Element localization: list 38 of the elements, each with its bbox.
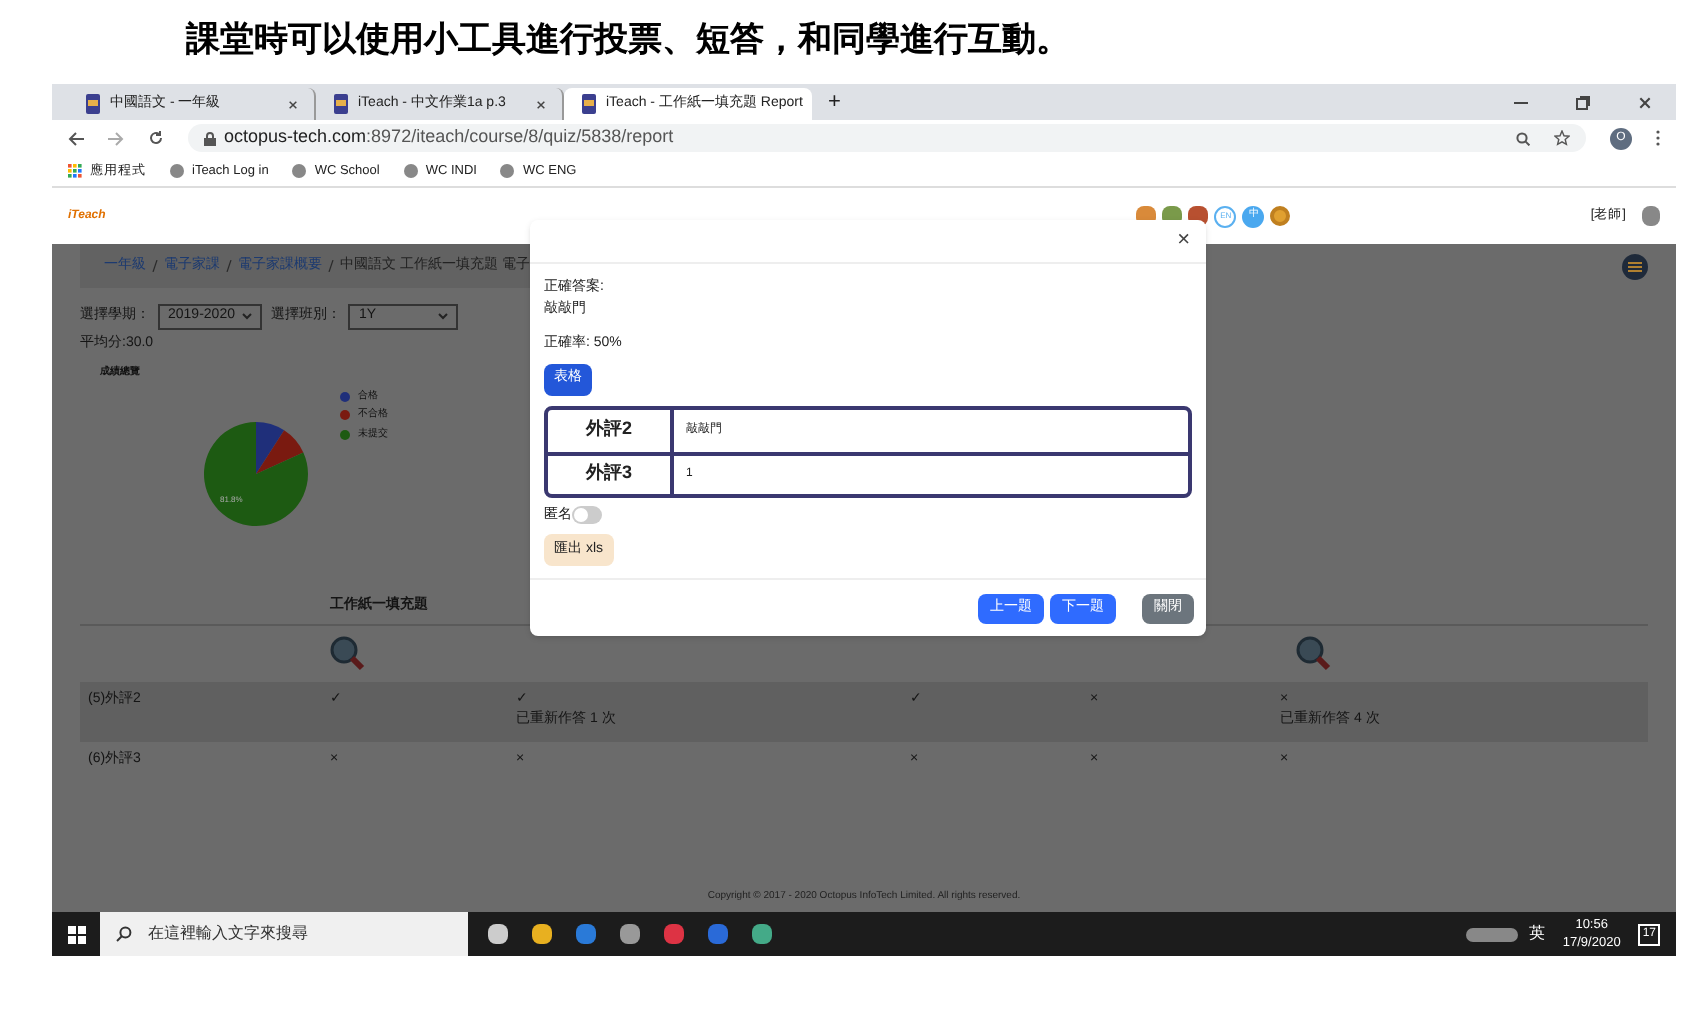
ime-indicator[interactable]: 英 — [1528, 922, 1545, 946]
menu-button[interactable] — [1622, 253, 1648, 279]
taskbar-search[interactable]: 在這裡輸入文字來搜尋 — [100, 912, 468, 956]
caret-icon — [438, 312, 449, 321]
taskbar-app-icon[interactable] — [620, 924, 640, 944]
magnifier-icon — [330, 635, 366, 671]
taskbar-app-icon[interactable] — [532, 924, 552, 944]
breadcrumb-separator-icon — [226, 260, 232, 272]
student-name: 外評3 — [548, 455, 674, 493]
settings-icon[interactable] — [1270, 206, 1291, 226]
address-bar[interactable]: octopus-tech.com:8972/iteach/course/8/quiz/5838/report — [188, 124, 1586, 152]
search-icon — [116, 926, 132, 942]
slide-caption: 課堂時可以使用小工具進行投票、短答，和同學進行互動。 — [186, 18, 1070, 65]
close-icon[interactable] — [1638, 95, 1652, 109]
caret-icon — [242, 312, 253, 321]
student-name: 外評2 — [548, 409, 674, 451]
minimize-icon[interactable] — [1514, 101, 1528, 103]
apps-icon — [68, 164, 82, 178]
zoom-icon[interactable] — [1516, 131, 1530, 145]
reload-icon[interactable] — [148, 130, 164, 146]
anonymous-toggle[interactable] — [572, 506, 602, 525]
taskbar-app-icon[interactable] — [488, 924, 508, 944]
app-icon — [580, 94, 598, 114]
lock-icon — [204, 131, 216, 145]
back-arrow-icon[interactable] — [68, 131, 84, 145]
star-icon[interactable] — [1554, 130, 1570, 146]
magnifier-icon — [1296, 635, 1332, 671]
windows-icon — [67, 925, 85, 943]
breadcrumb-separator-icon — [152, 260, 158, 272]
app-icon — [84, 94, 102, 114]
restore-icon[interactable] — [1576, 95, 1590, 109]
app-icon — [332, 94, 350, 114]
tab-close-icon[interactable] — [288, 99, 298, 109]
tab-close-icon[interactable] — [536, 99, 546, 109]
breadcrumb-separator-icon — [328, 260, 334, 272]
close-button[interactable]: × — [1177, 224, 1190, 258]
taskbar-app-icon[interactable] — [752, 924, 772, 944]
new-tab-button[interactable]: + — [812, 85, 857, 119]
